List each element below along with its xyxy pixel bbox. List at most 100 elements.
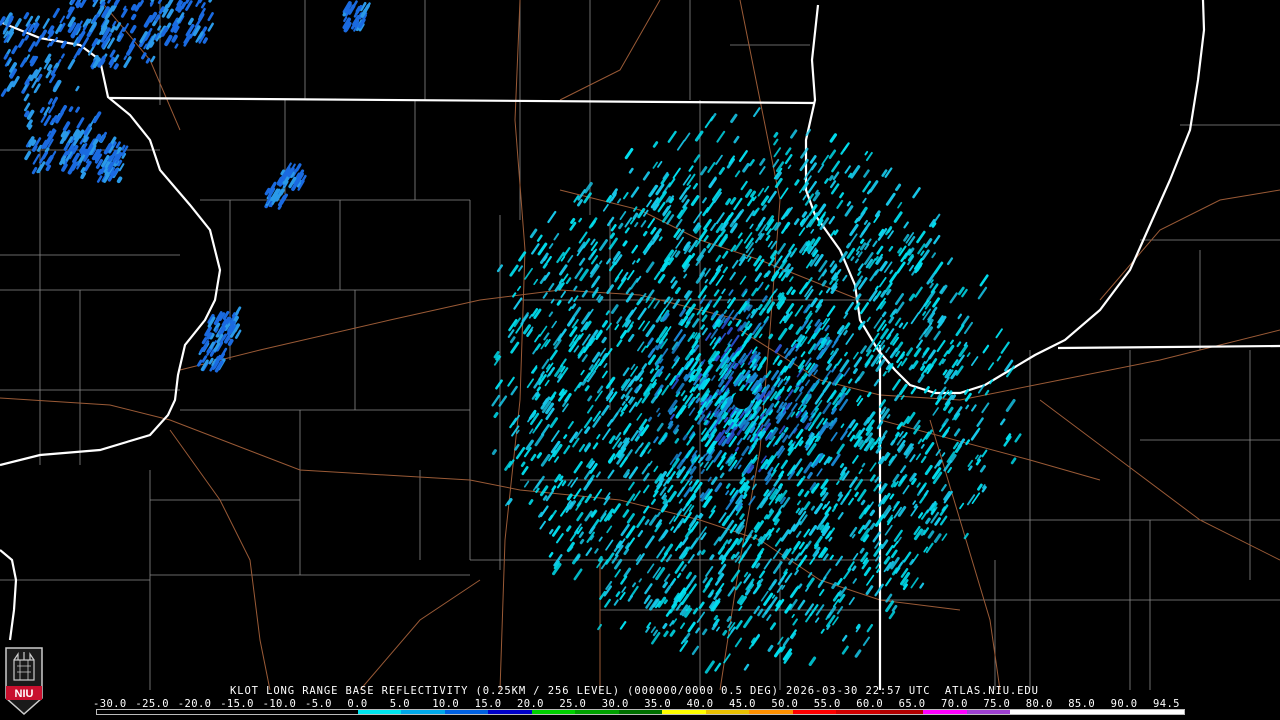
echo-streak: [605, 539, 614, 551]
echo-streak: [648, 460, 653, 467]
echo-streak: [658, 236, 663, 242]
echo-streak: [664, 585, 672, 594]
echo-streak: [767, 240, 773, 248]
echo-streak: [814, 319, 821, 327]
echo-streak: [277, 195, 287, 207]
echo-streak: [805, 587, 809, 592]
echo-streak: [707, 161, 716, 173]
echo-streak: [47, 98, 53, 105]
echo-streak: [629, 277, 639, 290]
echo-streak: [975, 454, 979, 460]
echo-streak: [731, 259, 739, 269]
echo-streak: [234, 333, 240, 339]
echo-streak: [61, 163, 68, 172]
echo-streak: [866, 391, 872, 398]
echo-streak: [592, 442, 599, 450]
echo-streak: [897, 201, 903, 209]
echo-streak: [924, 464, 933, 476]
echo-streak: [597, 555, 603, 562]
echo-streak: [34, 137, 42, 147]
legend-color-cell: [488, 710, 532, 714]
echo-streak: [555, 533, 564, 544]
echo-streak: [715, 154, 723, 165]
echo-streak: [31, 77, 39, 89]
legend-color-cell: [1140, 710, 1185, 714]
echo-streak: [45, 164, 52, 172]
echo-streak: [955, 365, 964, 376]
echo-streak: [620, 393, 626, 400]
echo-streak: [24, 34, 29, 41]
echo-streak: [791, 613, 795, 619]
echo-streak: [563, 445, 571, 455]
echo-streak: [754, 272, 763, 282]
echo-streak: [894, 293, 905, 306]
echo-streak: [646, 563, 655, 574]
echo-streak: [549, 417, 559, 429]
echo-streak: [549, 528, 554, 535]
echo-streak: [130, 3, 137, 11]
echo-streak: [730, 197, 737, 205]
echo-streak: [908, 264, 914, 272]
echo-streak: [674, 250, 681, 258]
echo-streak: [882, 430, 888, 436]
echo-streak: [750, 475, 755, 480]
echo-streak: [860, 238, 865, 244]
echo-streak: [809, 556, 816, 565]
echo-streak: [735, 319, 742, 327]
echo-streak: [528, 499, 534, 505]
echo-streak: [696, 550, 702, 556]
echo-streak: [43, 106, 50, 116]
echo-streak: [822, 381, 832, 394]
echo-streak: [598, 260, 603, 265]
echo-streak: [829, 554, 834, 561]
echo-streak: [507, 376, 515, 387]
echo-streak: [917, 438, 923, 445]
echo-streak: [816, 203, 827, 216]
echo-streak: [896, 261, 906, 274]
echo-streak: [903, 221, 909, 229]
echo-streak: [616, 339, 623, 347]
echo-streak: [521, 466, 529, 476]
echo-streak: [30, 139, 37, 146]
echo-streak: [643, 472, 650, 482]
echo-streak: [704, 278, 709, 284]
echo-streak: [739, 513, 745, 520]
echo-streak: [828, 536, 833, 542]
echo-streak: [607, 216, 615, 227]
echo-streak: [816, 468, 823, 477]
echo-streak: [680, 470, 690, 484]
echo-streak: [697, 373, 703, 379]
echo-streak: [788, 439, 794, 446]
echo-streak: [92, 13, 100, 24]
echo-streak: [863, 519, 872, 530]
echo-streak: [569, 530, 579, 542]
echo-streak: [24, 78, 31, 86]
echo-streak: [898, 383, 908, 396]
echo-streak: [765, 370, 772, 379]
echo-streak: [826, 305, 836, 317]
echo-streak: [774, 288, 778, 293]
echo-streak: [964, 392, 972, 402]
legend-color-cell: [749, 710, 793, 714]
echo-streak: [583, 477, 594, 491]
echo-streak: [932, 213, 941, 224]
echo-streak: [946, 344, 955, 355]
radar-site: [733, 391, 751, 409]
echo-streak: [343, 16, 348, 23]
echo-streak: [831, 507, 836, 512]
echo-streak: [704, 116, 714, 129]
echo-streak: [675, 382, 685, 395]
echo-streak: [31, 166, 38, 175]
echo-streak: [769, 622, 777, 631]
echo-streak: [682, 198, 690, 209]
echo-streak: [710, 476, 718, 486]
echo-streak: [866, 238, 872, 246]
echo-streak: [164, 34, 173, 47]
echo-streak: [850, 256, 855, 262]
echo-streak: [851, 422, 859, 432]
echo-streak: [952, 441, 959, 450]
echo-streak: [940, 484, 947, 492]
echo-streak: [788, 243, 795, 253]
echo-streak: [936, 339, 946, 353]
echo-streak: [626, 269, 635, 281]
